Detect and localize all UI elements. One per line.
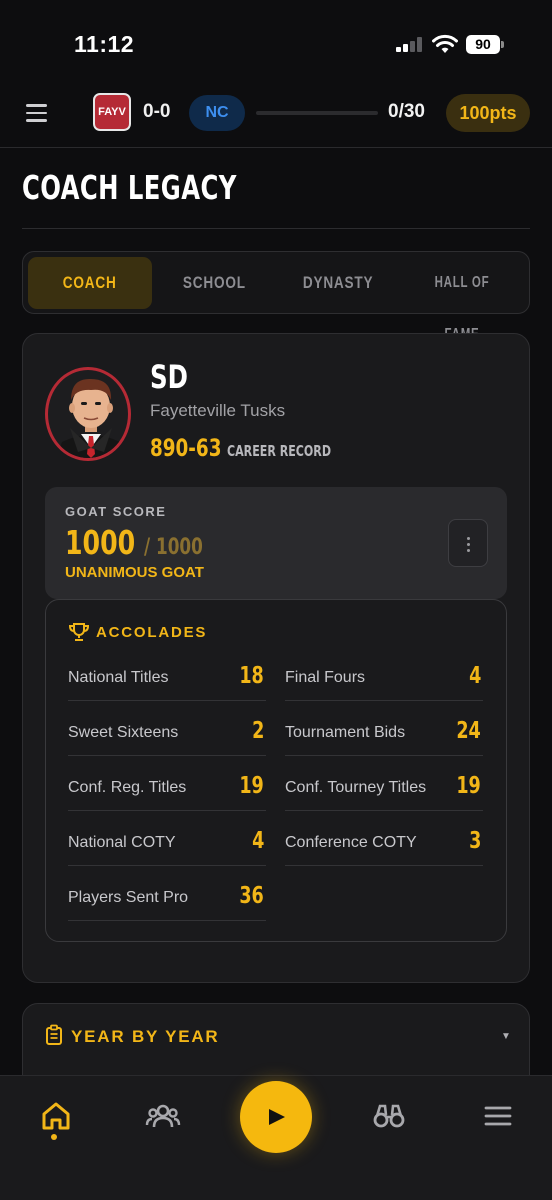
conference-badge[interactable]: NC <box>189 95 245 131</box>
status-time: 11:12 <box>74 31 135 57</box>
page-title: COACH LEGACY <box>22 168 237 207</box>
year-by-year-title: YEAR BY YEAR <box>71 1027 220 1046</box>
accolade-conf-reg-titles: Conf. Reg. Titles 19 <box>68 765 266 811</box>
accolades-panel: ACCOLADES National Titles 18 Final Fours… <box>45 599 507 942</box>
tab-hall-of-fame[interactable]: HALL OF FAME <box>400 257 524 343</box>
season-progress-count: 0/30 <box>388 101 425 122</box>
tab-school[interactable]: SCHOOL <box>152 257 276 309</box>
career-record: 890-63 CAREER RECORD <box>150 434 353 462</box>
tab-coach[interactable]: COACH <box>28 257 152 309</box>
career-record-label: CAREER RECORD <box>226 442 331 460</box>
accolades-header: ACCOLADES <box>68 622 205 647</box>
bottom-navigation <box>0 1075 552 1200</box>
legacy-tabs: COACH SCHOOL DYNASTY HALL OF FAME <box>22 251 530 343</box>
hamburger-menu-icon[interactable] <box>26 104 47 122</box>
clipboard-icon <box>46 1024 62 1045</box>
accolade-conference-coty: Conference COTY 3 <box>285 820 483 866</box>
chevron-down-icon[interactable]: ▼ <box>501 1031 511 1042</box>
play-icon <box>269 1109 285 1125</box>
play-button[interactable] <box>240 1081 312 1153</box>
goat-score-panel: GOAT SCORE 1000 / 1000 UNANIMOUS GOAT <box>45 487 507 599</box>
team-record: 0-0 <box>143 101 171 122</box>
career-record-value: 890-63 <box>150 434 222 462</box>
divider <box>22 228 530 229</box>
menu-icon[interactable] <box>478 1096 518 1136</box>
trophy-icon <box>68 623 90 641</box>
battery-level: 90 <box>466 35 500 54</box>
wifi-icon <box>432 34 458 53</box>
goat-score-label: GOAT SCORE <box>65 504 167 519</box>
goat-score: 1000 / 1000 <box>65 523 213 562</box>
coach-name: SD <box>150 358 188 396</box>
accolade-sweet-sixteens: Sweet Sixteens 2 <box>68 710 266 756</box>
home-icon[interactable] <box>36 1096 76 1136</box>
goat-score-max: / 1000 <box>144 535 203 560</box>
goat-title: UNANIMOUS GOAT <box>65 564 204 581</box>
accolade-tournament-bids: Tournament Bids 24 <box>285 710 483 756</box>
coach-card: SD Fayetteville Tusks 890-63 CAREER RECO… <box>22 333 530 983</box>
more-options-button[interactable] <box>448 519 488 567</box>
tab-dynasty[interactable]: DYNASTY <box>276 257 400 309</box>
accolade-players-sent-pro: Players Sent Pro 36 <box>68 875 266 921</box>
top-app-bar: FAYV 0-0 NC 0/30 100pts <box>0 84 552 148</box>
binoculars-icon[interactable] <box>369 1096 409 1136</box>
accolade-final-fours: Final Fours 4 <box>285 655 483 701</box>
cellular-signal-icon <box>396 36 424 52</box>
battery-icon: 90 <box>466 35 504 54</box>
status-bar: 11:12 90 <box>0 0 552 80</box>
goat-score-value: 1000 <box>65 523 136 562</box>
coach-portrait-icon <box>56 378 126 458</box>
accolade-national-titles: National Titles 18 <box>68 655 266 701</box>
accolade-conf-tourney-titles: Conf. Tourney Titles 19 <box>285 765 483 811</box>
coach-avatar <box>45 367 131 461</box>
team-logo[interactable]: FAYV <box>93 93 131 131</box>
season-progress-bar <box>256 111 378 115</box>
accolade-national-coty: National COTY 4 <box>68 820 266 866</box>
active-indicator <box>51 1134 57 1140</box>
points-badge[interactable]: 100pts <box>446 94 530 132</box>
coach-team: Fayetteville Tusks <box>150 401 286 420</box>
accolades-title: ACCOLADES <box>96 624 208 641</box>
team-icon[interactable] <box>143 1096 183 1136</box>
